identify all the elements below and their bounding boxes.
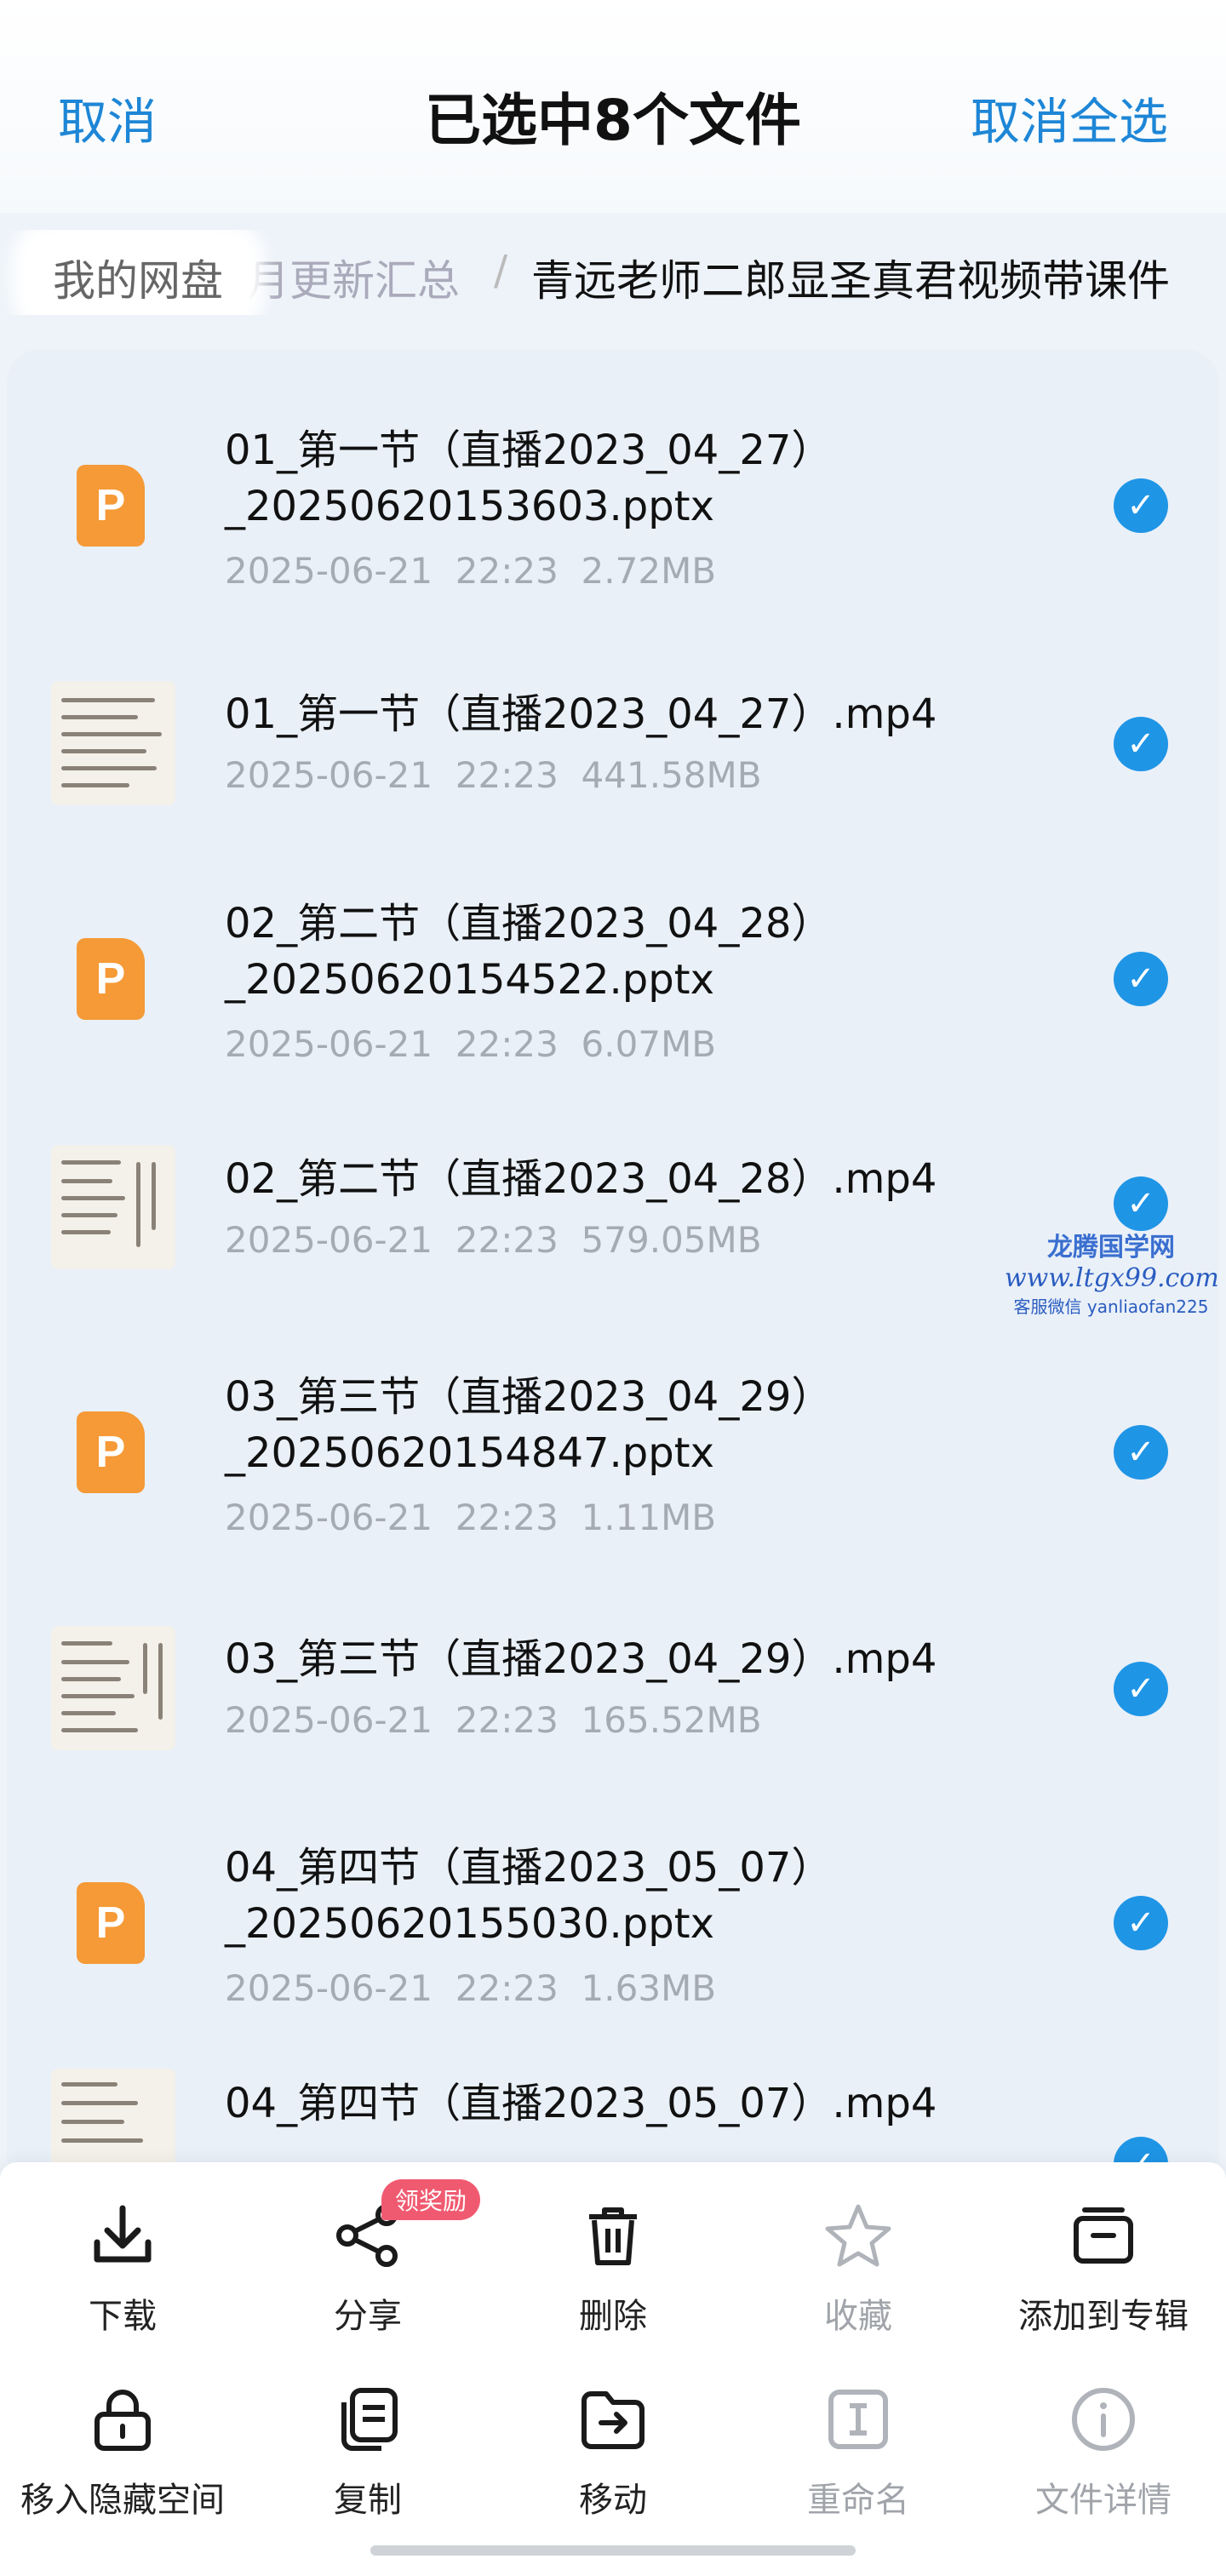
video-thumbnail — [51, 1626, 175, 1750]
ppt-file-icon: P — [77, 1411, 145, 1493]
list-item[interactable]: P 04_第四节（直播2023_05_07） _20250620155030.pp… — [7, 1766, 1219, 2009]
rename-icon — [828, 2390, 888, 2449]
favorite-button[interactable]: 收藏 — [736, 2200, 981, 2338]
trash-icon — [589, 2207, 637, 2265]
file-meta: 2025-06-21 22:23 441.58MB — [225, 754, 762, 796]
video-thumbnail — [51, 681, 175, 805]
watermark: 龙腾国学网 www.ltgx99.com 客服微信 yanliaofan225 — [1005, 1233, 1219, 1317]
ppt-file-icon: P — [77, 938, 145, 1020]
checked-icon[interactable]: ✓ — [1114, 1662, 1168, 1716]
list-item[interactable]: 01_第一节（直播2023_04_27）.mp4 2025-06-21 22:2… — [7, 613, 1219, 817]
download-icon — [94, 2205, 152, 2263]
breadcrumb: 月更新汇总 我的网盘 / 青远老师二郎显圣真君视频带课件 — [0, 230, 1226, 315]
file-name: 01_第一节（直播2023_04_27） _20250620153603.pptx — [225, 426, 833, 530]
cancel-select-all-button[interactable]: 取消全选 — [971, 82, 1168, 153]
file-meta: 2025-06-21 22:23 1.11MB — [225, 1497, 717, 1538]
list-item[interactable]: P 02_第二节（直播2023_04_28） _20250620154522.pp… — [7, 821, 1219, 1065]
file-name: 03_第三节（直播2023_04_29） _20250620154847.pptx — [225, 1373, 833, 1477]
list-item[interactable]: P 01_第一节（直播2023_04_27） _20250620153603.pp… — [7, 349, 1219, 592]
folder-move-icon — [581, 2391, 645, 2449]
reward-badge: 领奖励 — [381, 2179, 481, 2220]
breadcrumb-item-current: 青远老师二郎显圣真君视频带课件 — [531, 256, 1170, 306]
info-icon — [1072, 2388, 1135, 2451]
copy-icon — [341, 2388, 398, 2451]
checked-icon[interactable]: ✓ — [1114, 1896, 1168, 1950]
home-indicator — [370, 2545, 856, 2556]
file-meta: 2025-06-21 22:23 2.72MB — [225, 550, 717, 592]
download-button[interactable]: 下载 — [0, 2200, 245, 2338]
file-details-button[interactable]: 文件详情 — [981, 2384, 1226, 2522]
delete-button[interactable]: 删除 — [490, 2200, 736, 2338]
file-name: 04_第四节（直播2023_05_07）.mp4 — [225, 2080, 937, 2127]
list-item[interactable]: 04_第四节（直播2023_05_07）.mp4 ✓ — [7, 2035, 1219, 2162]
checked-icon[interactable]: ✓ — [1114, 478, 1168, 533]
file-meta: 2025-06-21 22:23 165.52MB — [225, 1699, 762, 1741]
top-bar: 取消 已选中8个文件 取消全选 — [0, 0, 1226, 213]
breadcrumb-item-root[interactable]: 我的网盘 — [27, 237, 249, 315]
file-meta: 2025-06-21 22:23 579.05MB — [225, 1219, 762, 1261]
star-icon — [825, 2204, 891, 2267]
lock-icon — [95, 2390, 151, 2451]
file-name: 03_第三节（直播2023_04_29）.mp4 — [225, 1635, 937, 1683]
file-name: 04_第四节（直播2023_05_07） _20250620155030.pptx — [225, 1844, 833, 1948]
move-button[interactable]: 移动 — [490, 2384, 736, 2522]
share-button[interactable]: 领奖励 分享 — [245, 2179, 490, 2338]
file-name: 02_第二节（直播2023_04_28） _20250620154522.pptx — [225, 900, 833, 1004]
ppt-file-icon: P — [77, 465, 145, 547]
breadcrumb-item-monthly[interactable]: 月更新汇总 — [247, 247, 460, 308]
rename-button[interactable]: 重命名 — [736, 2384, 981, 2522]
add-to-album-button[interactable]: 添加到专辑 — [981, 2200, 1226, 2338]
checked-icon[interactable]: ✓ — [1114, 1425, 1168, 1480]
checked-icon[interactable]: ✓ — [1114, 952, 1168, 1006]
action-bar: 下载 领奖励 分享 删除 收藏 添加到专辑 移入隐藏空间 复制 移动 重命名 文… — [0, 2162, 1226, 2576]
album-icon — [1074, 2207, 1133, 2264]
list-item[interactable]: P 03_第三节（直播2023_04_29） _20250620154847.pp… — [7, 1294, 1219, 1538]
file-meta: 2025-06-21 22:23 6.07MB — [225, 1023, 717, 1065]
file-name: 02_第二节（直播2023_04_28）.mp4 — [225, 1155, 937, 1203]
checked-icon[interactable]: ✓ — [1114, 2137, 1168, 2162]
file-name: 01_第一节（直播2023_04_27）.mp4 — [225, 690, 937, 738]
video-thumbnail — [51, 1145, 175, 1269]
list-item[interactable]: 03_第三节（直播2023_04_29）.mp4 2025-06-21 22:2… — [7, 1558, 1219, 1762]
move-to-hidden-space-button[interactable]: 移入隐藏空间 — [0, 2384, 245, 2522]
file-meta: 2025-06-21 22:23 1.63MB — [225, 1967, 717, 2009]
copy-button[interactable]: 复制 — [245, 2384, 490, 2522]
ppt-file-icon: P — [77, 1882, 145, 1964]
breadcrumb-separator: / — [494, 247, 508, 295]
checked-icon[interactable]: ✓ — [1114, 717, 1168, 771]
checked-icon[interactable]: ✓ — [1114, 1176, 1168, 1231]
video-thumbnail — [51, 2069, 175, 2162]
